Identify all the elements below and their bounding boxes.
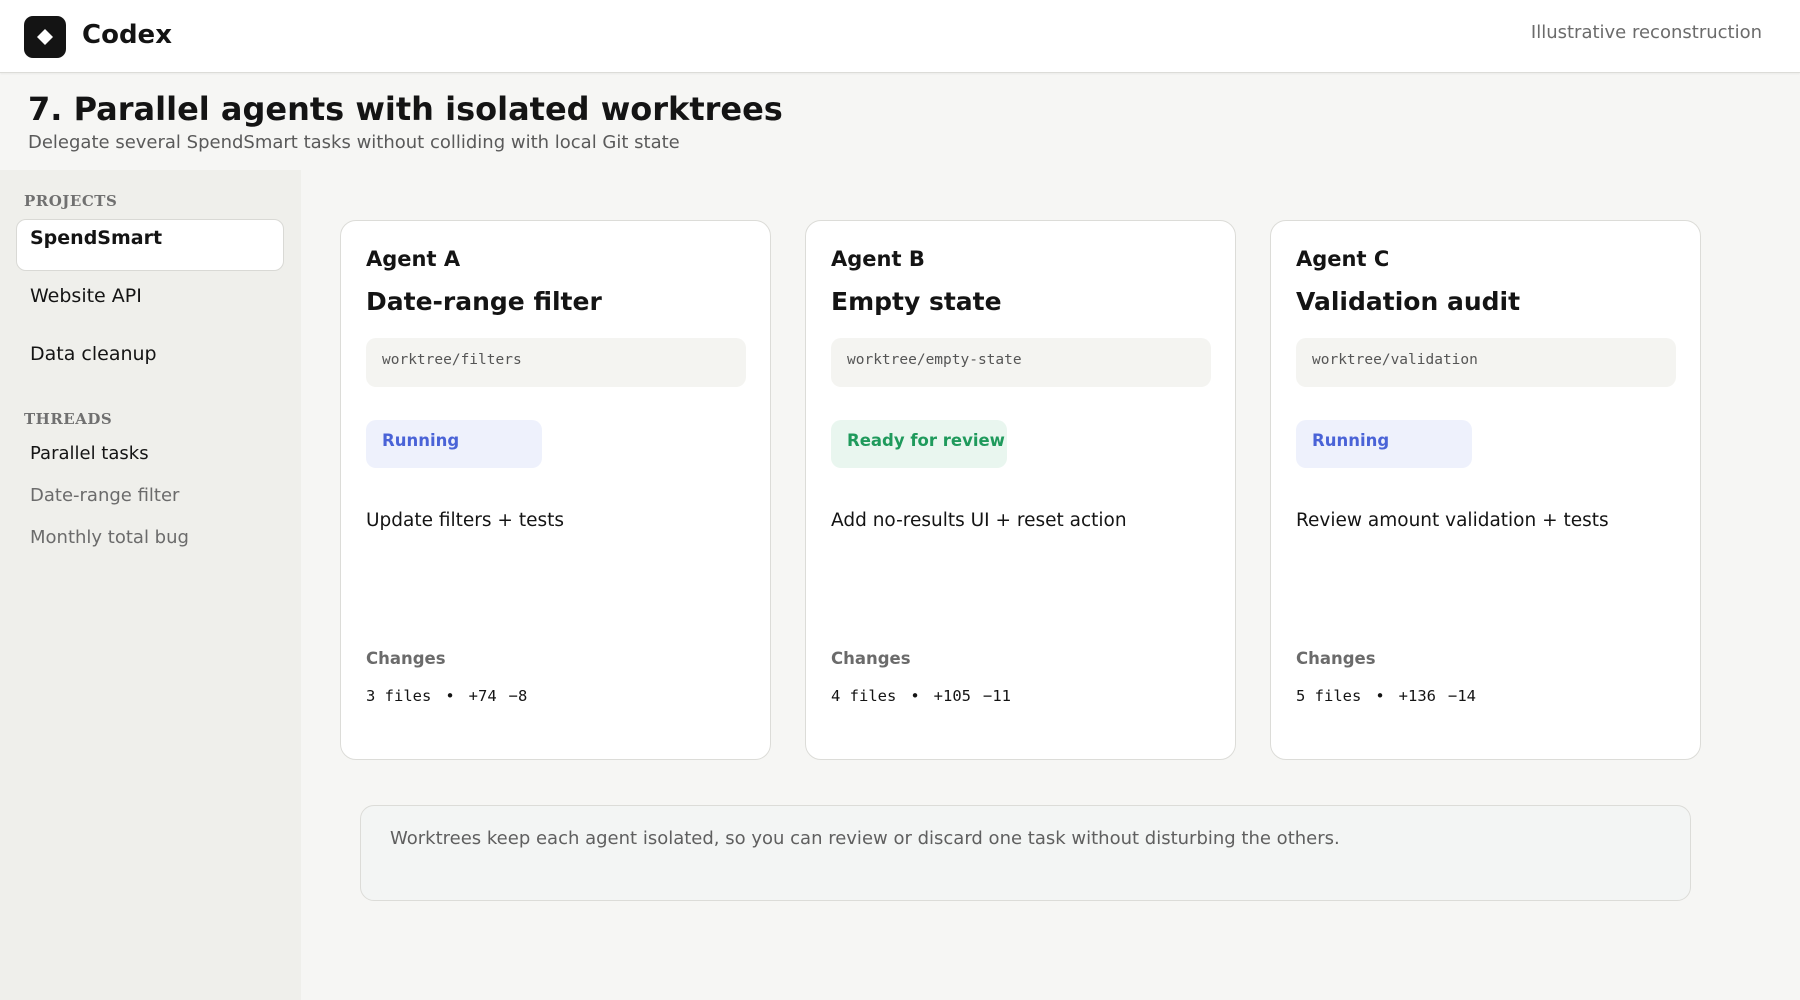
file-count: 3 files [366, 687, 432, 705]
sidebar-project-data-cleanup[interactable]: Data cleanup [16, 335, 284, 387]
changes-label: Changes [366, 649, 446, 668]
additions-count: +136 [1398, 687, 1436, 705]
changes-summary: 3 files • +74 −8 [366, 687, 527, 705]
file-count: 5 files [1296, 687, 1362, 705]
agent-name: Agent B [831, 247, 925, 271]
additions-count: +74 [468, 687, 497, 705]
agent-task-description: Review amount validation + tests [1296, 510, 1609, 531]
sidebar-project-label: Data cleanup [30, 343, 157, 365]
sidebar-project-spendsmart[interactable]: SpendSmart [16, 219, 284, 271]
top-bar: Codex Illustrative reconstruction [0, 0, 1800, 73]
deletions-count: −14 [1448, 687, 1476, 705]
agent-task-description: Update filters + tests [366, 510, 564, 531]
status-badge: Running [366, 420, 542, 468]
changes-summary: 4 files • +105 −11 [831, 687, 1011, 705]
agent-card-a[interactable]: Agent A Date-range filter worktree/filte… [340, 220, 771, 760]
status-badge: Ready for review [831, 420, 1007, 468]
projects-label: PROJECTS [24, 192, 118, 210]
agent-task-title: Validation audit [1296, 287, 1521, 316]
agent-task-description: Add no-results UI + reset action [831, 510, 1127, 531]
deletions-count: −8 [508, 687, 528, 705]
page-subtitle: Delegate several SpendSmart tasks withou… [28, 132, 680, 153]
agent-task-title: Empty state [831, 287, 1002, 316]
agent-name: Agent A [366, 247, 461, 271]
file-count: 4 files [831, 687, 897, 705]
worktree-path: worktree/validation [1296, 338, 1676, 387]
reconstruction-note: Illustrative reconstruction [1530, 22, 1762, 43]
sidebar-thread-date-range-filter[interactable]: Date-range filter [30, 485, 179, 506]
sidebar: PROJECTS SpendSmart Website API Data cle… [0, 170, 301, 1000]
separator: • [910, 687, 920, 705]
worktree-path: worktree/empty-state [831, 338, 1211, 387]
agent-card-c[interactable]: Agent C Validation audit worktree/valida… [1270, 220, 1701, 760]
agent-task-title: Date-range filter [366, 287, 602, 316]
app-logo[interactable] [24, 16, 66, 58]
changes-label: Changes [831, 649, 911, 668]
diamond-icon [37, 29, 53, 45]
agent-card-b[interactable]: Agent B Empty state worktree/empty-state… [805, 220, 1236, 760]
status-badge: Running [1296, 420, 1472, 468]
changes-summary: 5 files • +136 −14 [1296, 687, 1476, 705]
agent-name: Agent C [1296, 247, 1390, 271]
threads-label: THREADS [24, 410, 113, 428]
sidebar-thread-parallel-tasks[interactable]: Parallel tasks [30, 443, 149, 464]
app-name: Codex [82, 20, 172, 50]
worktree-info-note: Worktrees keep each agent isolated, so y… [360, 805, 1691, 901]
page-title: 7. Parallel agents with isolated worktre… [28, 90, 783, 128]
sidebar-project-label: Website API [30, 285, 142, 307]
separator: • [1375, 687, 1385, 705]
changes-label: Changes [1296, 649, 1376, 668]
sidebar-thread-monthly-total-bug[interactable]: Monthly total bug [30, 527, 189, 548]
worktree-path: worktree/filters [366, 338, 746, 387]
separator: • [445, 687, 455, 705]
deletions-count: −11 [983, 687, 1011, 705]
sidebar-project-website-api[interactable]: Website API [16, 277, 284, 329]
additions-count: +105 [933, 687, 971, 705]
sidebar-project-label: SpendSmart [30, 227, 163, 249]
